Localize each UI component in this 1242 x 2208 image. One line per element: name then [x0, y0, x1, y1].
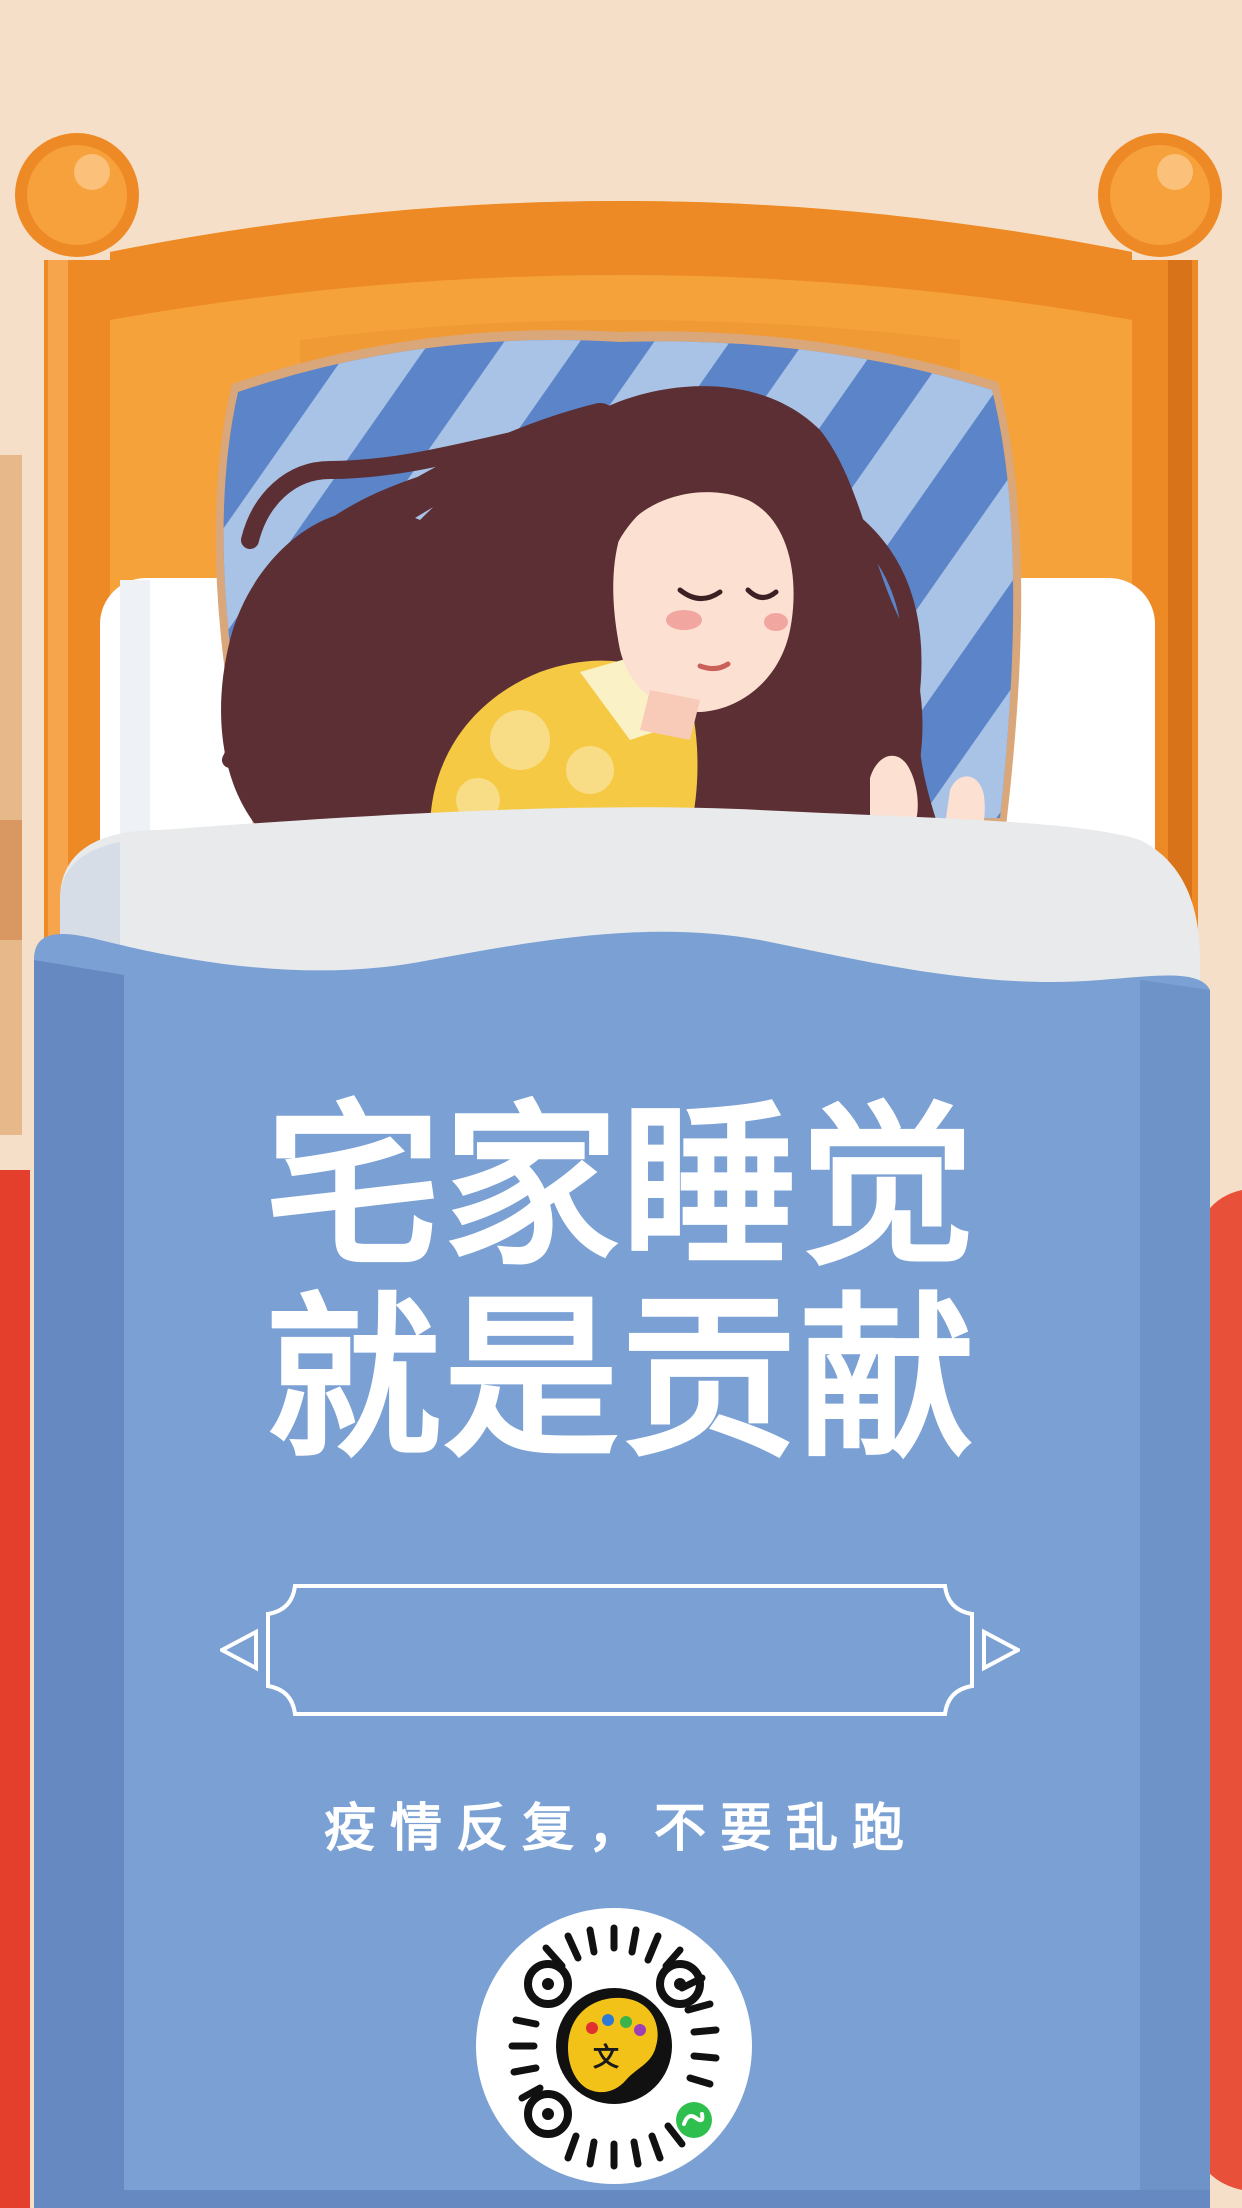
qr-logo-char: 文 — [593, 2042, 620, 2073]
decorative-banner-frame — [220, 1584, 1020, 1716]
tagline: 疫情反复，不要乱跑 — [323, 1799, 918, 1859]
headline-line-1: 宅家睡觉 — [264, 1085, 977, 1290]
headline-line-2: 就是贡献 — [264, 1277, 977, 1482]
mini-program-qr-code[interactable]: 文 — [476, 1908, 752, 2184]
